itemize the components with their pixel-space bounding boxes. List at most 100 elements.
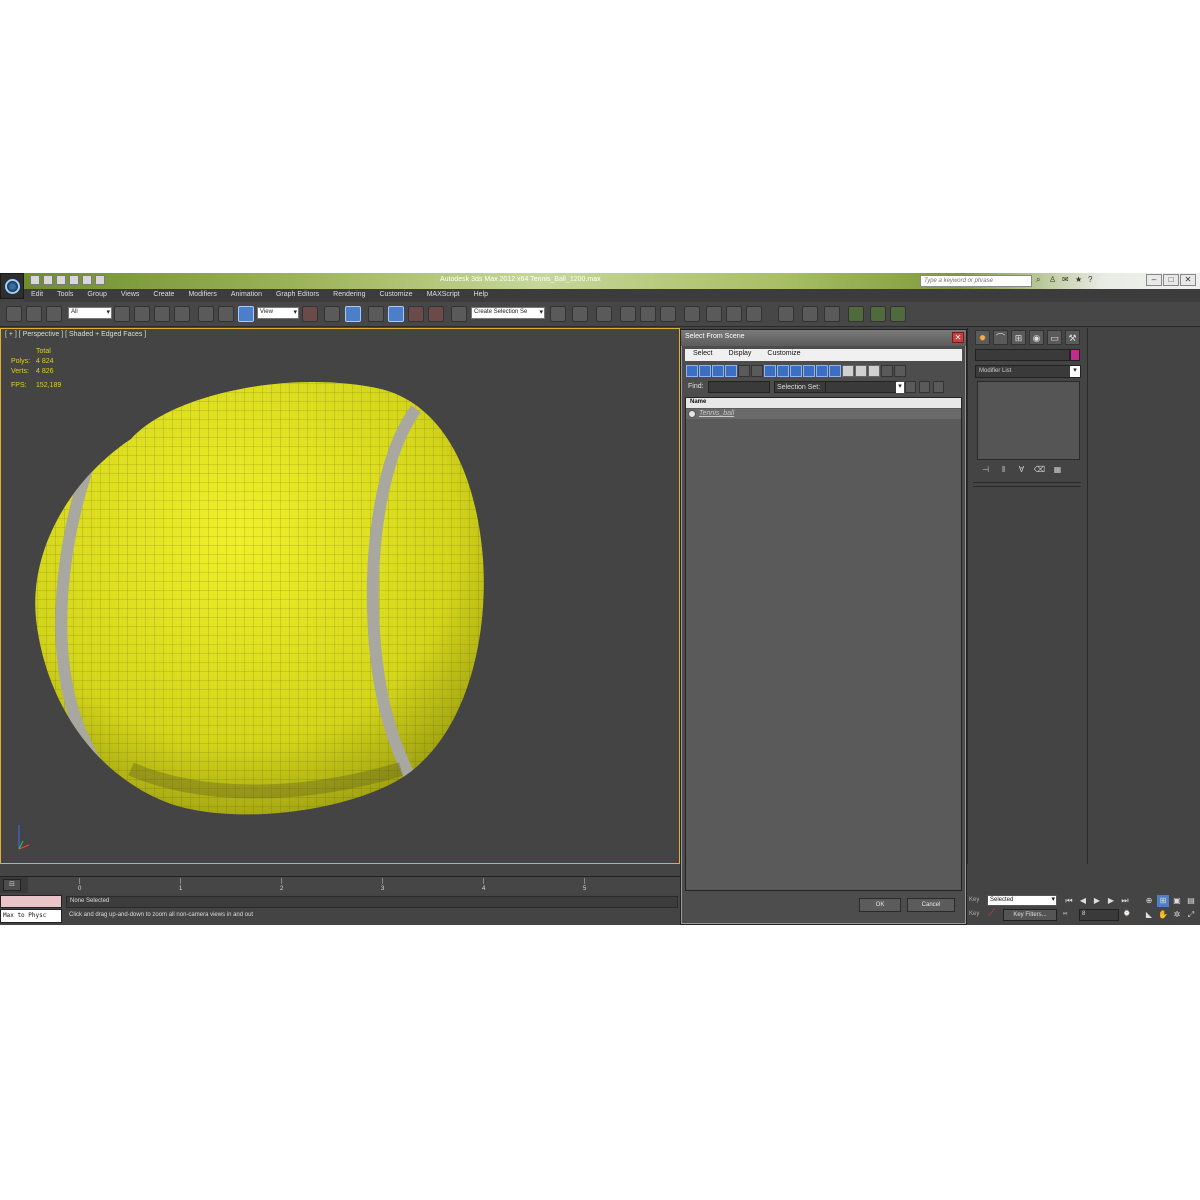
menu-group[interactable]: Group: [80, 289, 113, 302]
perspective-viewport[interactable]: [ + ] [ Perspective ] [ Shaded + Edged F…: [0, 328, 680, 864]
go-to-start-icon[interactable]: ⏮: [1063, 895, 1075, 906]
open-icon[interactable]: [43, 275, 53, 285]
pin-stack-icon[interactable]: ⊣: [979, 465, 992, 477]
display-space-warps-icon[interactable]: [751, 365, 763, 377]
find-input[interactable]: [708, 381, 770, 393]
schematic-view-icon[interactable]: [660, 306, 676, 322]
previous-frame-icon[interactable]: ◀: [1077, 895, 1089, 906]
selection-filter-dropdown[interactable]: All: [68, 307, 112, 319]
show-end-result-icon[interactable]: ‖: [997, 465, 1010, 477]
render-setup-icon[interactable]: [706, 306, 722, 322]
key-mode-dropdown[interactable]: Selected: [987, 895, 1057, 906]
reference-coordinate-dropdown[interactable]: View: [257, 307, 299, 319]
configure-modifier-sets-icon[interactable]: ▦: [1051, 465, 1064, 477]
plugin-tool-3-icon[interactable]: [890, 306, 906, 322]
ok-button[interactable]: OK: [859, 898, 901, 912]
material-editor-icon[interactable]: [684, 306, 700, 322]
dialog-close-icon[interactable]: ✕: [952, 332, 964, 343]
project-folder-icon[interactable]: [95, 275, 105, 285]
search-input[interactable]: Type a keyword or phrase: [920, 275, 1032, 287]
create-tab-icon[interactable]: ✹: [975, 330, 990, 345]
display-none-icon[interactable]: [855, 365, 867, 377]
modify-tab-icon[interactable]: ⌒: [993, 330, 1008, 345]
display-xrefs-icon[interactable]: [777, 365, 789, 377]
column-header-name[interactable]: Name: [686, 398, 961, 408]
pan-icon[interactable]: ✋: [1157, 909, 1169, 921]
rotate-icon[interactable]: [218, 306, 234, 322]
keyboard-shortcut-override-icon[interactable]: [345, 306, 361, 322]
menu-animation[interactable]: Animation: [224, 289, 269, 302]
select-and-link-icon[interactable]: [6, 306, 22, 322]
scene-object-list[interactable]: Name Tennis_ball: [685, 397, 962, 891]
subscription-icon[interactable]: ♙: [1049, 275, 1058, 286]
modifier-stack[interactable]: [977, 381, 1080, 460]
menu-tools[interactable]: Tools: [50, 289, 80, 302]
snaps-toggle-icon[interactable]: [368, 306, 384, 322]
object-name-field[interactable]: [975, 349, 1070, 361]
set-key-label[interactable]: Key: [969, 911, 979, 917]
angle-snap-icon[interactable]: [388, 306, 404, 322]
orbit-icon[interactable]: ✲: [1171, 909, 1183, 921]
play-icon[interactable]: ▶: [1091, 895, 1103, 906]
object-color-swatch[interactable]: [1070, 349, 1080, 361]
pivot-center-icon[interactable]: [302, 306, 318, 322]
window-crossing-icon[interactable]: [174, 306, 190, 322]
track-bar[interactable]: 0 1 2 3 4 5: [28, 877, 680, 894]
rendered-frame-window-icon[interactable]: [726, 306, 742, 322]
select-invert-icon[interactable]: [933, 381, 944, 393]
current-frame-field[interactable]: 8: [1079, 909, 1119, 921]
go-to-end-icon[interactable]: ⏭: [1119, 895, 1131, 906]
bind-to-space-warp-icon[interactable]: [46, 306, 62, 322]
dialog-menu-customize[interactable]: Customize: [759, 349, 808, 361]
menu-help[interactable]: Help: [467, 289, 495, 302]
close-icon[interactable]: ✕: [1180, 274, 1196, 286]
menu-views[interactable]: Views: [114, 289, 147, 302]
layer-manager-icon[interactable]: [596, 306, 612, 322]
display-geometry-icon[interactable]: [686, 365, 698, 377]
object-paint-icon[interactable]: [802, 306, 818, 322]
redo-icon[interactable]: [82, 275, 92, 285]
undo-icon[interactable]: [69, 275, 79, 285]
maximize-viewport-icon[interactable]: ⤢: [1185, 909, 1197, 921]
maxscript-listener-mini[interactable]: [0, 895, 62, 908]
list-item[interactable]: Tennis_ball: [686, 409, 961, 419]
edit-named-selection-icon[interactable]: [451, 306, 467, 322]
auto-key-label[interactable]: Key: [969, 897, 979, 903]
select-all-icon[interactable]: [905, 381, 916, 393]
dialog-menu-display[interactable]: Display: [720, 349, 759, 361]
maxscript-mini-input[interactable]: Max to Physc: [0, 909, 62, 923]
select-object-icon[interactable]: [114, 306, 130, 322]
select-none-icon[interactable]: [919, 381, 930, 393]
menu-rendering[interactable]: Rendering: [326, 289, 372, 302]
field-of-view-icon[interactable]: ◣: [1143, 909, 1155, 921]
zoom-icon[interactable]: ⊕: [1143, 895, 1155, 907]
display-shapes-icon[interactable]: [699, 365, 711, 377]
display-groups-icon[interactable]: [764, 365, 776, 377]
help-icon[interactable]: ?: [1088, 275, 1097, 286]
new-icon[interactable]: [30, 275, 40, 285]
populate-icon[interactable]: [824, 306, 840, 322]
hierarchy-tab-icon[interactable]: ⊞: [1011, 330, 1026, 345]
display-hidden-icon[interactable]: [829, 365, 841, 377]
display-helpers-icon[interactable]: [738, 365, 750, 377]
dialog-menu-select[interactable]: Select: [685, 349, 720, 361]
menu-customize[interactable]: Customize: [372, 289, 419, 302]
key-filters-button[interactable]: Key Filters...: [1003, 909, 1057, 921]
display-containers-icon[interactable]: [803, 365, 815, 377]
time-configuration-icon[interactable]: ⌚: [1123, 910, 1130, 917]
timeline[interactable]: ⊟ 0 1 2 3 4 5: [0, 876, 680, 894]
named-selection-dropdown[interactable]: Create Selection Se: [471, 307, 545, 319]
utilities-tab-icon[interactable]: ⚒: [1065, 330, 1080, 345]
application-button[interactable]: [0, 273, 24, 299]
select-and-manipulate-icon[interactable]: [324, 306, 340, 322]
display-cameras-icon[interactable]: [725, 365, 737, 377]
plugin-tool-1-icon[interactable]: [848, 306, 864, 322]
display-lights-icon[interactable]: [712, 365, 724, 377]
filter-icon[interactable]: [881, 365, 893, 377]
rectangular-selection-icon[interactable]: [154, 306, 170, 322]
menu-maxscript[interactable]: MAXScript: [420, 289, 467, 302]
move-icon[interactable]: [198, 306, 214, 322]
zoom-all-icon[interactable]: ⊞: [1157, 895, 1169, 907]
display-frozen-icon[interactable]: [816, 365, 828, 377]
set-key-icon[interactable]: ⟋: [988, 908, 995, 919]
